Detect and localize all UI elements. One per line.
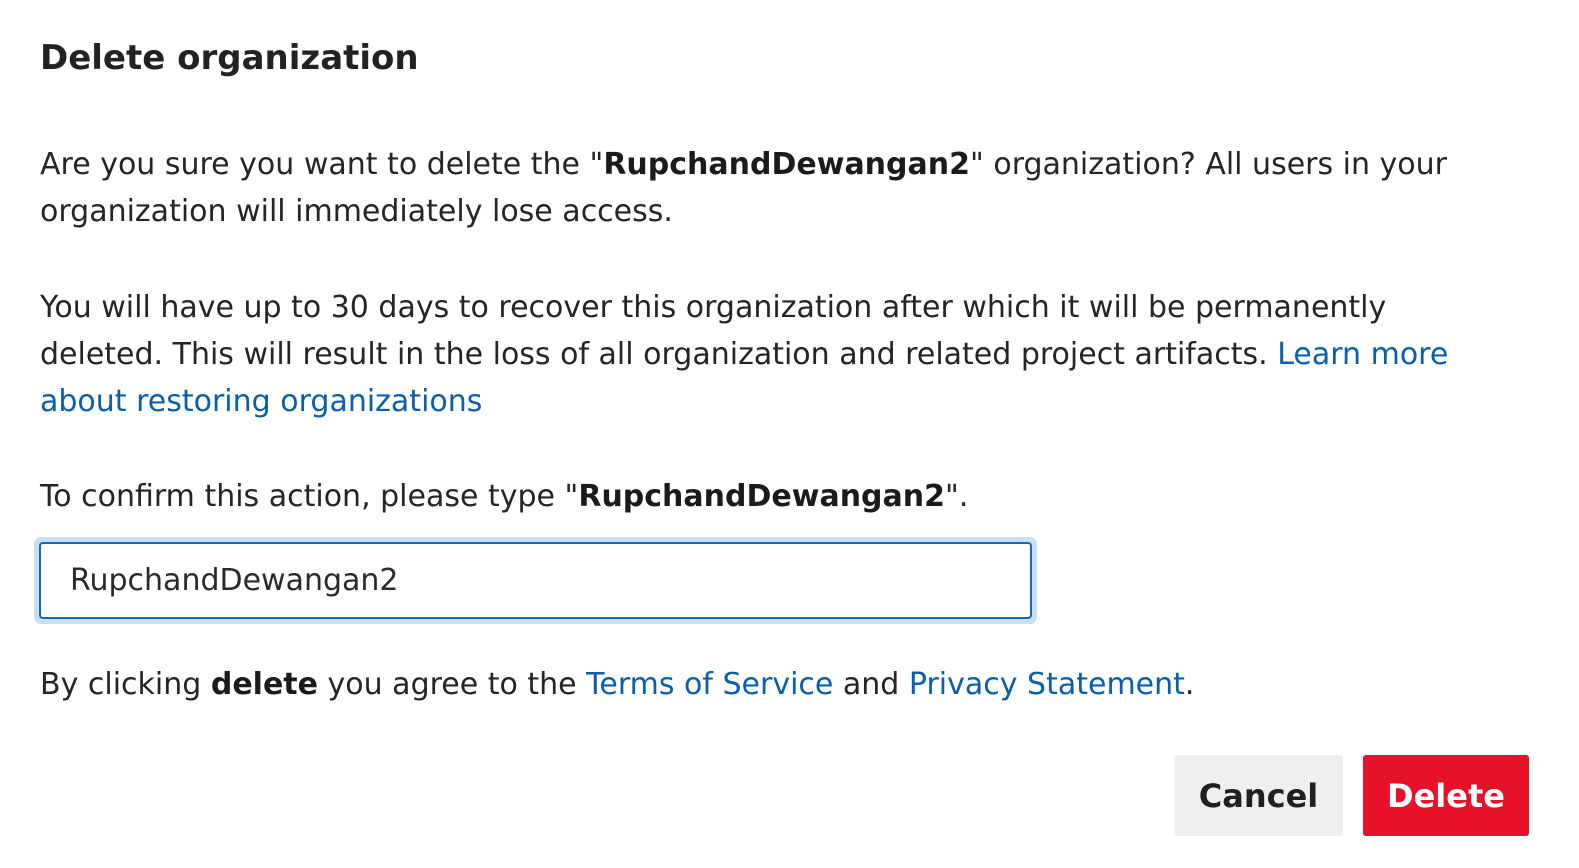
terms-end: . [1184, 667, 1195, 702]
confirm-organization-name: RupchandDewangan2 [578, 479, 946, 514]
recovery-text: You will have up to 30 days to recover t… [40, 290, 1387, 372]
dialog-title: Delete organization [40, 38, 419, 78]
privacy-statement-link[interactable]: Privacy Statement [909, 667, 1185, 702]
terms-of-service-link[interactable]: Terms of Service [586, 667, 833, 702]
terms-agreement-text: By clicking delete you agree to the Term… [40, 661, 1490, 708]
terms-middle: you agree to the [317, 667, 587, 702]
terms-prefix: By clicking [40, 667, 211, 702]
cancel-button[interactable]: Cancel [1174, 755, 1343, 836]
terms-and: and [833, 667, 909, 702]
delete-button[interactable]: Delete [1363, 755, 1529, 836]
confirm-instruction: To confirm this action, please type "Rup… [40, 473, 1490, 520]
confirm-suffix: ". [945, 479, 969, 514]
delete-warning-text: Are you sure you want to delete the "Rup… [40, 141, 1490, 235]
organization-name: RupchandDewangan2 [603, 147, 970, 182]
confirm-organization-name-input[interactable] [39, 542, 1032, 619]
warning-prefix: Are you sure you want to delete the " [40, 147, 604, 182]
delete-organization-dialog: Delete organization Are you sure you wan… [0, 0, 1579, 868]
recovery-info-text: You will have up to 30 days to recover t… [40, 284, 1490, 425]
confirm-prefix: To confirm this action, please type " [40, 479, 579, 514]
terms-bold-delete: delete [210, 667, 318, 702]
